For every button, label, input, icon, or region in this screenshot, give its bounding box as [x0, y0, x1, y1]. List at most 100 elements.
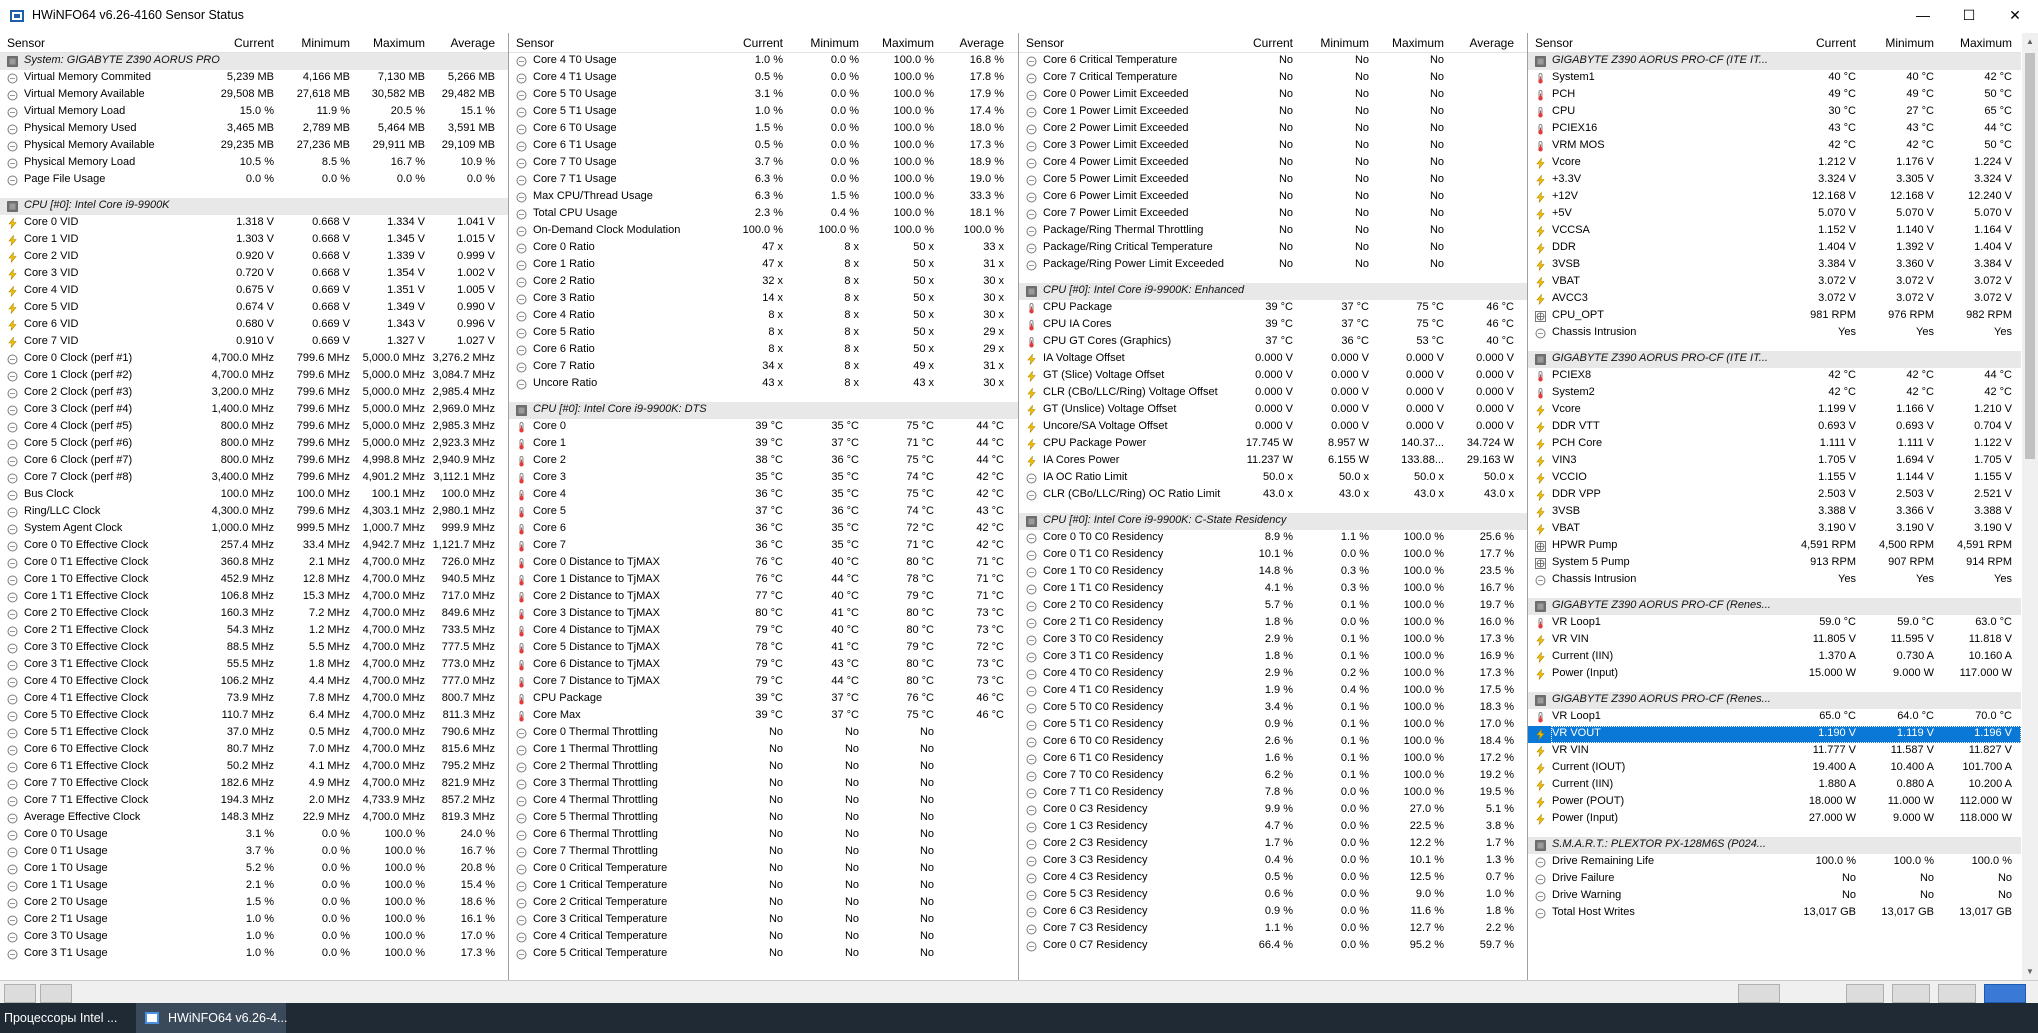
sensor-row[interactable]: Core 2 T1 Effective Clock 54.3 MHz 1.2 MHz…	[0, 623, 508, 640]
sensor-row[interactable]: Current (IIN) 1.370 A 0.730 A 10.160 A	[1528, 649, 2021, 666]
sensor-row[interactable]: CPU 30 °C 27 °C 65 °C	[1528, 104, 2021, 121]
sensor-row[interactable]: Core 7 Thermal Throttling No No No	[509, 844, 1018, 861]
sensor-row[interactable]: On-Demand Clock Modulation 100.0 % 100.0 %…	[509, 223, 1018, 240]
header-sensor[interactable]: Sensor	[1535, 36, 1573, 50]
sensor-row[interactable]: Core 1 VID 1.303 V 0.668 V 1.345 V 1.015 V	[0, 232, 508, 249]
sensor-row[interactable]: Core 3 Power Limit Exceeded No No No	[1019, 138, 1527, 155]
sensor-row[interactable]: Core 2 Thermal Throttling No No No	[509, 759, 1018, 776]
sensor-row[interactable]: Core 2 Clock (perf #3) 3,200.0 MHz 799.6 M…	[0, 385, 508, 402]
sensor-row[interactable]: IA Voltage Offset 0.000 V 0.000 V 0.000 V 0.…	[1019, 351, 1527, 368]
sensor-row[interactable]: Drive Warning No No No	[1528, 888, 2021, 905]
sensor-row[interactable]: Core 7 Clock (perf #8) 3,400.0 MHz 799.6 M…	[0, 470, 508, 487]
header-maximum[interactable]: Maximum	[1374, 36, 1444, 50]
sensor-row[interactable]: Physical Memory Load 10.5 % 8.5 % 16.7 % 10.…	[0, 155, 508, 172]
sensor-row[interactable]: Current (IIN) 1.880 A 0.880 A 10.200 A	[1528, 777, 2021, 794]
scroll-down-arrow-icon[interactable]: ▼	[2026, 967, 2034, 976]
sensor-group-header[interactable]: CPU [#0]: Intel Core i9-9900K: Enhanced	[1019, 283, 1527, 300]
header-maximum[interactable]: Maximum	[864, 36, 934, 50]
sensor-row[interactable]: Core 4 Power Limit Exceeded No No No	[1019, 155, 1527, 172]
sensor-row[interactable]: Core 2 Critical Temperature No No No	[509, 895, 1018, 912]
clock-icon[interactable]	[1846, 984, 1884, 1003]
sensor-row[interactable]: Core 3 T1 Usage 1.0 % 0.0 % 100.0 % 17.3 %	[0, 946, 508, 963]
sensor-row[interactable]: Core 7 T0 Usage 3.7 % 0.0 % 100.0 % 18.9 %	[509, 155, 1018, 172]
sensor-row[interactable]: Core 4 Critical Temperature No No No	[509, 929, 1018, 946]
sensor-row[interactable]: Core 1 T0 Effective Clock 452.9 MHz 12.8 M…	[0, 572, 508, 589]
taskbar-item-2[interactable]: HWiNFO64 v6.26-4...	[136, 1003, 287, 1033]
header-average[interactable]: Average	[425, 36, 495, 50]
sensor-row[interactable]: +5V 5.070 V 5.070 V 5.070 V	[1528, 206, 2021, 223]
sensor-row[interactable]: Core 0 VID 1.318 V 0.668 V 1.334 V 1.041 V	[0, 215, 508, 232]
sensor-row[interactable]: Core 2 C3 Residency 1.7 % 0.0 % 12.2 % 1.7 %	[1019, 836, 1527, 853]
minimize-button[interactable]: —	[1900, 0, 1946, 31]
sensor-row[interactable]: VR VOUT 1.190 V 1.119 V 1.196 V	[1528, 726, 2021, 743]
sensor-group-header[interactable]: GIGABYTE Z390 AORUS PRO-CF (Renes...	[1528, 692, 2021, 709]
sensor-row[interactable]: Bus Clock 100.0 MHz 100.0 MHz 100.1 MHz 100.…	[0, 487, 508, 504]
sensor-row[interactable]: PCIEX16 43 °C 43 °C 44 °C	[1528, 121, 2021, 138]
sensor-row[interactable]: Core 5 T1 Usage 1.0 % 0.0 % 100.0 % 17.4 %	[509, 104, 1018, 121]
sensor-row[interactable]: CPU Package 39 °C 37 °C 75 °C 46 °C	[1019, 300, 1527, 317]
sensor-row[interactable]: PCIEX8 42 °C 42 °C 44 °C	[1528, 368, 2021, 385]
sensor-row[interactable]: Core 7 T1 Effective Clock 194.3 MHz 2.0 MH…	[0, 793, 508, 810]
sensor-row[interactable]: +3.3V 3.324 V 3.305 V 3.324 V	[1528, 172, 2021, 189]
header-maximum[interactable]: Maximum	[355, 36, 425, 50]
sensor-row[interactable]: Core 0 T1 C0 Residency 10.1 % 0.0 % 100.0 %…	[1019, 547, 1527, 564]
sensor-row[interactable]: Core 6 T1 Usage 0.5 % 0.0 % 100.0 % 17.3 %	[509, 138, 1018, 155]
header-minimum[interactable]: Minimum	[280, 36, 350, 50]
sensor-row[interactable]: System1 40 °C 40 °C 42 °C	[1528, 70, 2021, 87]
sensor-row[interactable]: Core 0 C7 Residency 66.4 % 0.0 % 95.2 % 59.7…	[1019, 938, 1527, 955]
sensor-row[interactable]: Core 6 T0 Effective Clock 80.7 MHz 7.0 MHz…	[0, 742, 508, 759]
sensor-row[interactable]: Core 0 Distance to TjMAX 76 °C 40 °C 80 °C 7…	[509, 555, 1018, 572]
sensor-row[interactable]: Core 3 Ratio 14 x 8 x 50 x 30 x	[509, 291, 1018, 308]
sensor-row[interactable]: Core 5 Critical Temperature No No No	[509, 946, 1018, 963]
sensor-row[interactable]: Core 1 Critical Temperature No No No	[509, 878, 1018, 895]
sensor-row[interactable]: Core 6 VID 0.680 V 0.669 V 1.343 V 0.996 V	[0, 317, 508, 334]
sensor-row[interactable]: Vcore 1.199 V 1.166 V 1.210 V	[1528, 402, 2021, 419]
sensor-row[interactable]: VIN3 1.705 V 1.694 V 1.705 V	[1528, 453, 2021, 470]
sensor-row[interactable]: Core 6 Critical Temperature No No No	[1019, 53, 1527, 70]
sensor-row[interactable]: DDR VPP 2.503 V 2.503 V 2.521 V	[1528, 487, 2021, 504]
sensor-row[interactable]: Core 6 T0 C0 Residency 2.6 % 0.1 % 100.0 % 1…	[1019, 734, 1527, 751]
sensor-pane-3[interactable]: Sensor Current Minimum Maximum Average Core 6…	[1019, 33, 1528, 980]
sensor-row[interactable]: Core 4 T0 C0 Residency 2.9 % 0.2 % 100.0 % 1…	[1019, 666, 1527, 683]
sensor-group-header[interactable]: GIGABYTE Z390 AORUS PRO-CF (ITE IT...	[1528, 351, 2021, 368]
sensor-row[interactable]: Core 3 Thermal Throttling No No No	[509, 776, 1018, 793]
sensor-row[interactable]: Core 0 Ratio 47 x 8 x 50 x 33 x	[509, 240, 1018, 257]
sensor-row[interactable]: Package/Ring Thermal Throttling No No No	[1019, 223, 1527, 240]
sensor-row[interactable]: Core 4 Distance to TjMAX 79 °C 40 °C 80 °C 7…	[509, 623, 1018, 640]
sensor-row[interactable]: Max CPU/Thread Usage 6.3 % 1.5 % 100.0 % 33.…	[509, 189, 1018, 206]
header-maximum[interactable]: Maximum	[1942, 36, 2012, 50]
report-icon[interactable]	[1892, 984, 1930, 1003]
close-button[interactable]: ✕	[1992, 0, 2038, 31]
sensor-row[interactable]: Core 3 C3 Residency 0.4 % 0.0 % 10.1 % 1.3 %	[1019, 853, 1527, 870]
sensor-row[interactable]: Core 0 T1 Usage 3.7 % 0.0 % 100.0 % 16.7 %	[0, 844, 508, 861]
vertical-scrollbar[interactable]: ▲ ▼	[2022, 33, 2038, 980]
header-minimum[interactable]: Minimum	[789, 36, 859, 50]
sensor-row[interactable]: PCH 49 °C 49 °C 50 °C	[1528, 87, 2021, 104]
sensor-row[interactable]: Core 5 Ratio 8 x 8 x 50 x 29 x	[509, 325, 1018, 342]
sensor-row[interactable]: Core 2 T0 C0 Residency 5.7 % 0.1 % 100.0 % 1…	[1019, 598, 1527, 615]
sensor-row[interactable]: Core 6 T1 Effective Clock 50.2 MHz 4.1 MHz…	[0, 759, 508, 776]
sensor-row[interactable]: Core 0 T0 C0 Residency 8.9 % 1.1 % 100.0 % 2…	[1019, 530, 1527, 547]
sensor-row[interactable]: Core 5 T0 C0 Residency 3.4 % 0.1 % 100.0 % 1…	[1019, 700, 1527, 717]
taskbar-item-1[interactable]: Процессоры Intel ...	[0, 1003, 135, 1033]
sensor-row[interactable]: IA Cores Power 11.237 W 6.155 W 133.88... 29…	[1019, 453, 1527, 470]
sensor-row[interactable]: Core 5 Clock (perf #6) 800.0 MHz 799.6 MHz…	[0, 436, 508, 453]
sensor-row[interactable]: Core 6 Ratio 8 x 8 x 50 x 29 x	[509, 342, 1018, 359]
sensor-row[interactable]: Core 5 VID 0.674 V 0.668 V 1.349 V 0.990 V	[0, 300, 508, 317]
sensor-row[interactable]: 3VSB 3.388 V 3.366 V 3.388 V	[1528, 504, 2021, 521]
sensor-row[interactable]: Core 6 Thermal Throttling No No No	[509, 827, 1018, 844]
sensor-row[interactable]: Core 2 T1 Usage 1.0 % 0.0 % 100.0 % 16.1 %	[0, 912, 508, 929]
sensor-row[interactable]: VR Loop1 65.0 °C 64.0 °C 70.0 °C	[1528, 709, 2021, 726]
sensor-row[interactable]: DDR VTT 0.693 V 0.693 V 0.704 V	[1528, 419, 2021, 436]
scrollbar-thumb[interactable]	[2025, 53, 2035, 459]
sensor-row[interactable]: Core 0 C3 Residency 9.9 % 0.0 % 27.0 % 5.1 %	[1019, 802, 1527, 819]
sensor-row[interactable]: Core 4 T0 Usage 1.0 % 0.0 % 100.0 % 16.8 %	[509, 53, 1018, 70]
settings-icon[interactable]	[1938, 984, 1976, 1003]
sensor-row[interactable]: VR VIN 11.805 V 11.595 V 11.818 V	[1528, 632, 2021, 649]
sensor-row[interactable]: CPU Package Power 17.745 W 8.957 W 140.37..…	[1019, 436, 1527, 453]
sensor-row[interactable]: Core 4 VID 0.675 V 0.669 V 1.351 V 1.005 V	[0, 283, 508, 300]
sensor-row[interactable]: Physical Memory Available 29,235 MB 27,236…	[0, 138, 508, 155]
sensor-row[interactable]: Core 3 Critical Temperature No No No	[509, 912, 1018, 929]
sensor-row[interactable]: Core 0 T1 Effective Clock 360.8 MHz 2.1 MH…	[0, 555, 508, 572]
sensor-row[interactable]: Core 5 Thermal Throttling No No No	[509, 810, 1018, 827]
